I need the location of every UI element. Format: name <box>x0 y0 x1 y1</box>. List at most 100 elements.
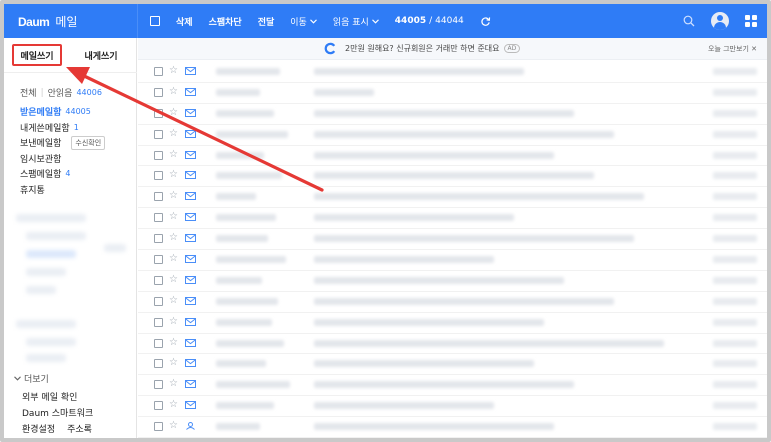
star-icon[interactable]: ☆ <box>169 128 178 140</box>
folder-list: 받은메일함 44005 내게쓴메일함 1 보낸메일함 수신확인 임시보관함 스팸… <box>20 104 132 197</box>
star-icon[interactable]: ☆ <box>169 169 178 181</box>
move-dropdown[interactable]: 이동 <box>290 15 317 28</box>
table-row[interactable]: ☆ <box>138 417 767 438</box>
search-icon[interactable] <box>683 15 695 27</box>
close-icon: ✕ <box>751 45 757 53</box>
chevron-down-icon <box>14 376 21 381</box>
row-checkbox[interactable] <box>154 255 163 265</box>
star-icon[interactable]: ☆ <box>169 86 178 98</box>
row-checkbox[interactable] <box>154 129 163 139</box>
sidebar-item-self-sent[interactable]: 내게쓴메일함 1 <box>20 120 132 136</box>
compose-self-button[interactable]: 내게쓰기 <box>68 44 134 66</box>
star-icon[interactable]: ☆ <box>169 211 178 223</box>
app-grid-icon[interactable] <box>745 15 757 27</box>
filter-all[interactable]: 전체 <box>20 86 37 99</box>
filter-unread[interactable]: 안읽음 <box>48 86 73 99</box>
app-window: Daum 메일 삭제 스팸차단 전달 이동 읽음 표시 44005 / 4404… <box>0 0 771 442</box>
star-icon[interactable]: ☆ <box>169 337 178 349</box>
row-checkbox[interactable] <box>154 150 163 160</box>
table-row[interactable]: ☆ <box>138 229 767 251</box>
star-icon[interactable]: ☆ <box>169 253 178 265</box>
star-icon[interactable]: ☆ <box>169 420 178 432</box>
table-row[interactable]: ☆ <box>138 271 767 292</box>
table-row[interactable]: ☆ <box>138 104 767 125</box>
refresh-icon[interactable] <box>480 16 491 27</box>
table-row[interactable]: ☆ <box>138 146 767 167</box>
mail-date-blurred <box>713 339 757 347</box>
star-icon[interactable]: ☆ <box>169 316 178 328</box>
row-checkbox[interactable] <box>154 317 163 327</box>
read-display-dropdown[interactable]: 읽음 표시 <box>333 15 379 28</box>
table-row[interactable]: ☆ <box>138 62 767 83</box>
star-icon[interactable]: ☆ <box>169 378 178 390</box>
table-row[interactable]: ☆ <box>138 438 767 442</box>
logo[interactable]: Daum 메일 <box>18 13 77 30</box>
settings-link[interactable]: 환경설정 <box>22 422 55 435</box>
read-receipt-button[interactable]: 수신확인 <box>71 135 106 150</box>
row-checkbox[interactable] <box>154 213 163 223</box>
star-icon[interactable]: ☆ <box>169 295 178 307</box>
mail-sender-blurred <box>216 276 262 284</box>
row-checkbox[interactable] <box>154 67 163 76</box>
table-row[interactable]: ☆ <box>138 334 767 355</box>
mail-sender-blurred <box>216 193 256 201</box>
star-icon[interactable]: ☆ <box>169 399 178 411</box>
row-checkbox[interactable] <box>154 359 163 369</box>
table-row[interactable]: ☆ <box>138 313 767 334</box>
mail-subject-blurred <box>314 235 634 243</box>
star-icon[interactable]: ☆ <box>169 232 178 244</box>
sidebar-item-inbox[interactable]: 받은메일함 44005 <box>20 104 132 120</box>
table-row[interactable]: ☆ <box>138 396 767 418</box>
external-mail-link[interactable]: 외부 메일 확인 <box>22 388 132 404</box>
table-row[interactable]: ☆ <box>138 208 767 230</box>
dismiss-label: 오늘 그만보기 <box>708 45 749 53</box>
sidebar-item-trash[interactable]: 휴지통 <box>20 182 132 198</box>
table-row[interactable]: ☆ <box>138 250 767 271</box>
ad-badge: AD <box>503 44 521 53</box>
row-checkbox[interactable] <box>154 275 163 285</box>
spam-block-button[interactable]: 스팸차단 <box>209 15 242 28</box>
star-icon[interactable]: ☆ <box>169 107 178 119</box>
table-row[interactable]: ☆ <box>138 83 767 104</box>
row-checkbox[interactable] <box>154 234 163 244</box>
table-row[interactable]: ☆ <box>138 354 767 376</box>
table-row[interactable]: ☆ <box>138 375 767 397</box>
blurred-folders <box>26 286 56 294</box>
blurred-folders <box>26 338 76 346</box>
row-checkbox[interactable] <box>154 171 163 181</box>
compose-button[interactable]: 메일쓰기 <box>12 44 62 66</box>
star-icon[interactable]: ☆ <box>169 274 178 286</box>
table-row[interactable]: ☆ <box>138 187 767 209</box>
mail-subject-blurred <box>314 130 614 138</box>
row-checkbox[interactable] <box>154 422 163 432</box>
sidebar-item-sent[interactable]: 보낸메일함 수신확인 <box>20 135 132 151</box>
star-icon[interactable]: ☆ <box>169 149 178 161</box>
forward-button[interactable]: 전달 <box>258 15 275 28</box>
table-row[interactable]: ☆ <box>138 292 767 313</box>
table-row[interactable]: ☆ <box>138 125 767 146</box>
sidebar-item-spam[interactable]: 스팸메일함 4 <box>20 166 132 182</box>
star-icon[interactable]: ☆ <box>169 357 178 369</box>
row-checkbox[interactable] <box>154 401 163 411</box>
avatar[interactable] <box>711 12 729 30</box>
star-icon[interactable]: ☆ <box>169 65 178 77</box>
row-checkbox[interactable] <box>154 108 163 118</box>
select-all-checkbox[interactable] <box>150 16 160 26</box>
ad-banner[interactable]: 2만원 원해요? 신규회원은 거래만 하면 준대요 AD 오늘 그만보기 ✕ <box>138 38 767 60</box>
blurred-folders <box>16 320 76 328</box>
row-checkbox[interactable] <box>154 192 163 202</box>
star-icon[interactable]: ☆ <box>169 190 178 202</box>
row-checkbox[interactable] <box>154 296 163 306</box>
table-row[interactable]: ☆ <box>138 166 767 188</box>
folder-count: 1 <box>73 122 79 132</box>
delete-button[interactable]: 삭제 <box>176 15 193 28</box>
more-toggle[interactable]: 더보기 <box>14 372 49 385</box>
row-checkbox[interactable] <box>154 338 163 348</box>
dismiss-today-button[interactable]: 오늘 그만보기 ✕ <box>708 44 757 54</box>
row-checkbox[interactable] <box>154 380 163 390</box>
sidebar-item-drafts[interactable]: 임시보관함 <box>20 151 132 167</box>
smartwork-link[interactable]: Daum 스마트워크 <box>22 404 132 420</box>
folder-count: 4 <box>65 169 71 179</box>
row-checkbox[interactable] <box>154 87 163 97</box>
address-book-link[interactable]: 주소록 <box>67 422 92 435</box>
